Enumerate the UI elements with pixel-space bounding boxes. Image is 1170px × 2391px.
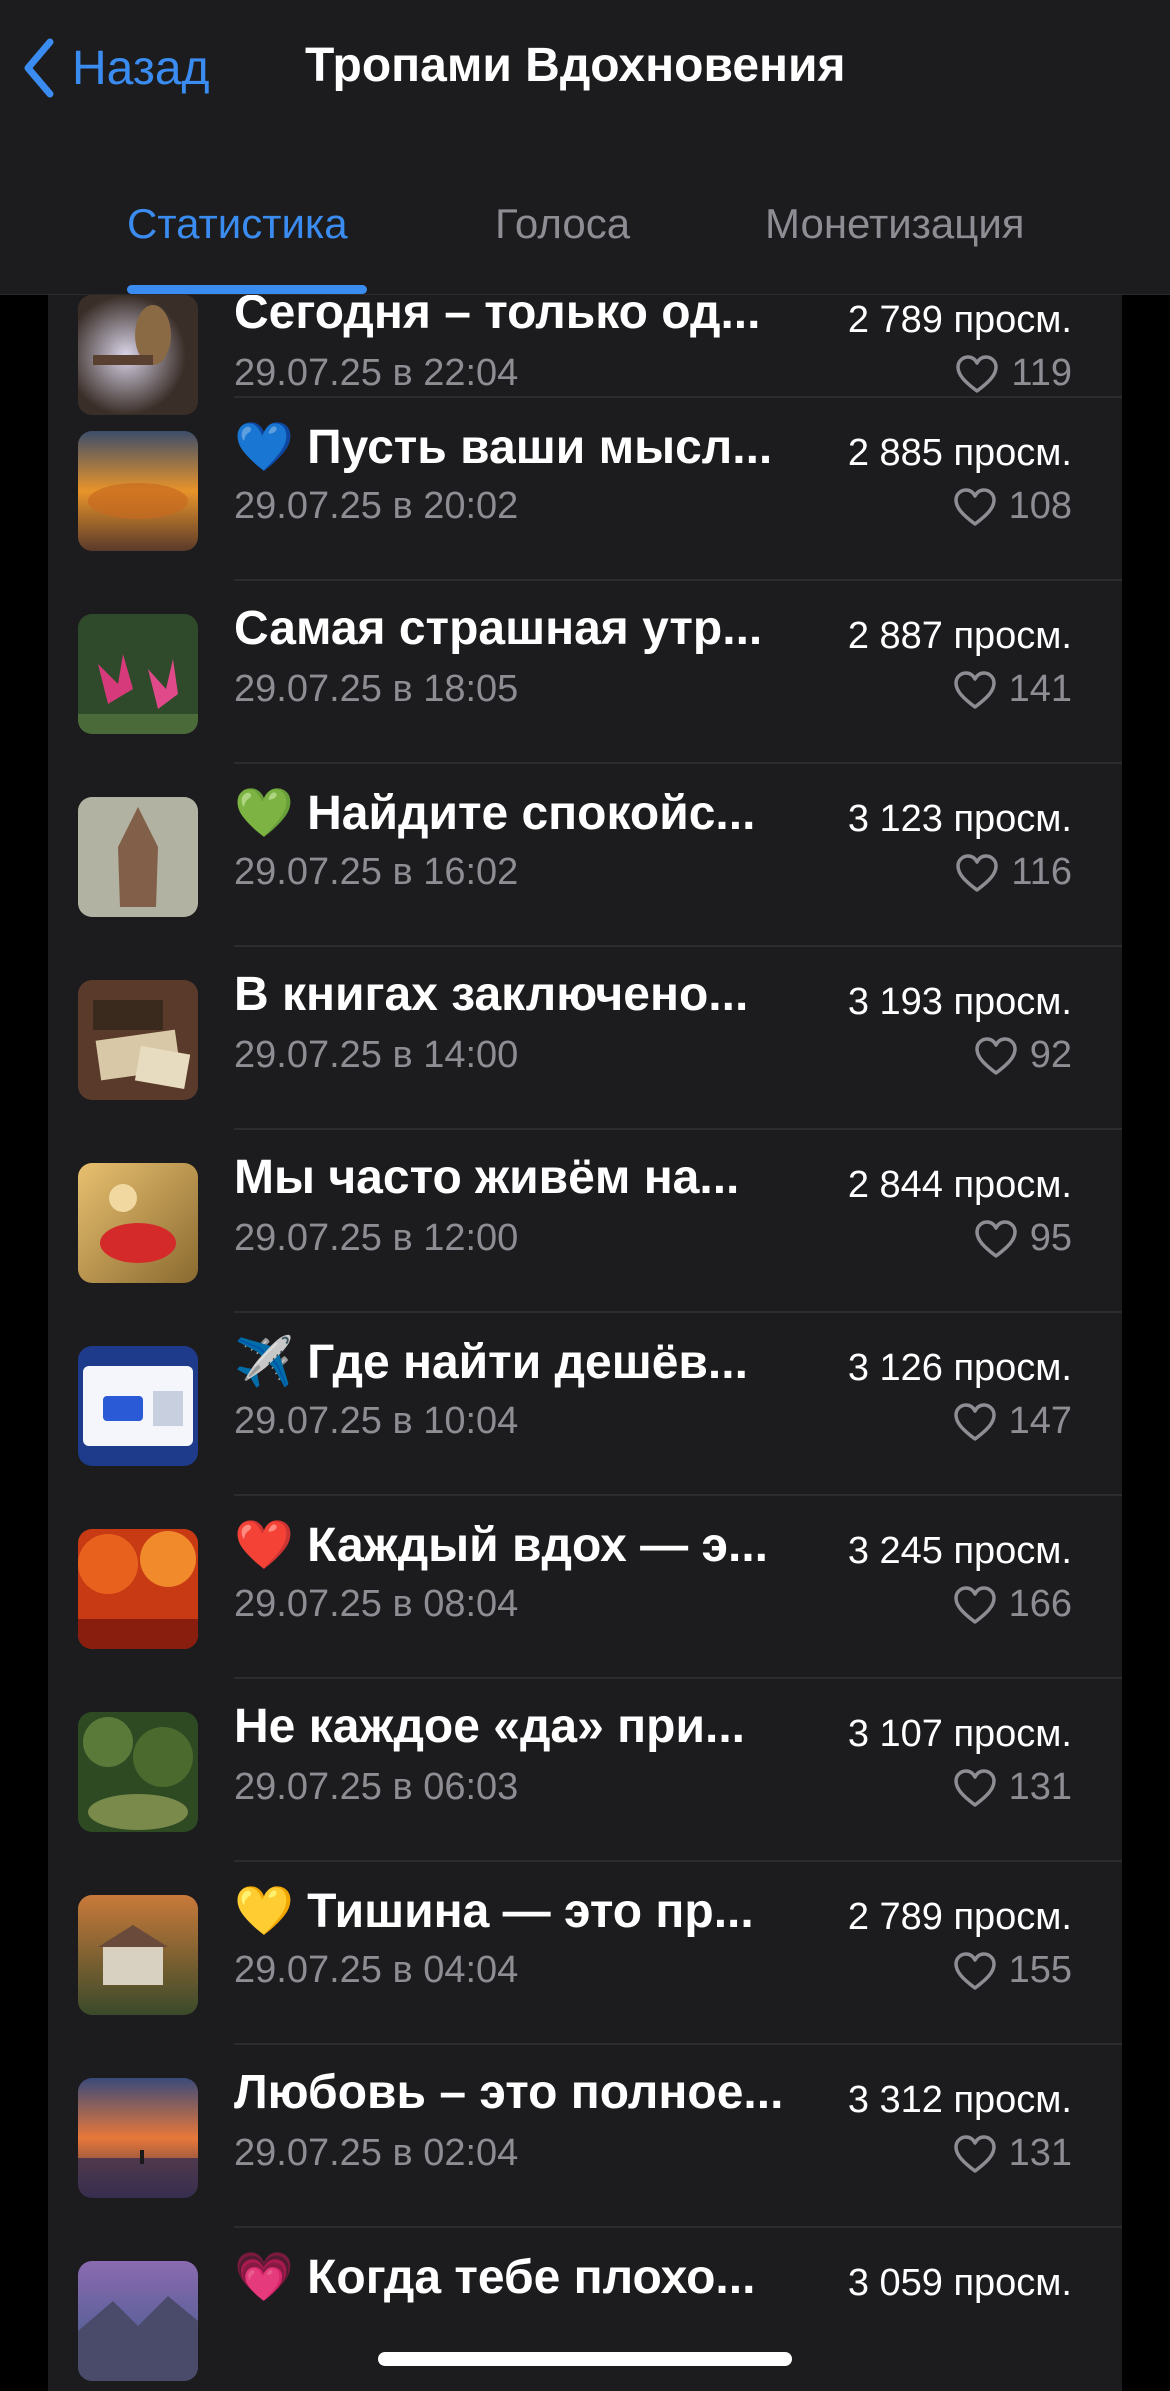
heart-icon: [953, 1951, 996, 1990]
post-views: 2 789 просм.: [847, 299, 1072, 341]
list-item[interactable]: 💙 Пусть ваши мысл... 29.07.25 в 20:02 2 …: [48, 398, 1122, 581]
post-date: 29.07.25 в 08:04: [234, 1583, 519, 1625]
heart-icon: [974, 1036, 1017, 1075]
back-label: Назад: [72, 41, 210, 95]
post-title: 💚 Найдите спокойс...: [234, 787, 756, 840]
post-likes: 155: [953, 1949, 1072, 1992]
post-date: 29.07.25 в 02:04: [234, 2132, 519, 2174]
tab-statistics[interactable]: Статистика: [127, 200, 348, 248]
tab-votes[interactable]: Голоса: [495, 200, 630, 248]
chevron-left-icon: [24, 38, 54, 98]
post-thumbnail: [78, 1346, 198, 1466]
post-title: ✈️ Где найти дешёв...: [234, 1336, 748, 1389]
post-views: 2 887 просм.: [847, 615, 1072, 657]
post-likes: 131: [953, 1766, 1072, 1809]
list-item[interactable]: Сегодня – только од... 29.07.25 в 22:04 …: [48, 295, 1122, 415]
post-title: 💗 Когда тебе плохо...: [234, 2251, 756, 2304]
post-date: 29.07.25 в 04:04: [234, 1949, 519, 1991]
post-views: 3 126 просм.: [847, 1347, 1072, 1389]
post-likes: 141: [953, 668, 1072, 711]
heart-icon: [953, 1585, 996, 1624]
post-list[interactable]: Сегодня – только од... 29.07.25 в 22:04 …: [48, 295, 1122, 2391]
post-views: 3 193 просм.: [847, 981, 1072, 1023]
tab-bar: Статистика Голоса Монетизация: [0, 190, 1170, 260]
post-thumbnail: [78, 980, 198, 1100]
post-thumbnail: [78, 295, 198, 415]
post-thumbnail: [78, 797, 198, 917]
post-thumbnail: [78, 2261, 198, 2381]
post-date: 29.07.25 в 22:04: [234, 352, 519, 394]
post-views: 2 844 просм.: [847, 1164, 1072, 1206]
post-likes: 116: [955, 851, 1072, 894]
post-title: 💙 Пусть ваши мысл...: [234, 421, 773, 474]
post-title: Сегодня – только од...: [234, 295, 761, 339]
list-item[interactable]: ❤️ Каждый вдох — э... 29.07.25 в 08:04 3…: [48, 1496, 1122, 1679]
post-title: Не каждое «да» при...: [234, 1700, 745, 1753]
heart-icon: [953, 1768, 996, 1807]
post-thumbnail: [78, 1712, 198, 1832]
post-thumbnail: [78, 614, 198, 734]
post-likes: 108: [953, 485, 1072, 528]
post-views: 3 245 просм.: [847, 1530, 1072, 1572]
post-views: 3 059 просм.: [847, 2262, 1072, 2304]
heart-icon: [953, 487, 996, 526]
heart-icon: [953, 1402, 996, 1441]
post-title: В книгах заключено...: [234, 968, 749, 1021]
list-item[interactable]: В книгах заключено... 29.07.25 в 14:00 3…: [48, 947, 1122, 1130]
post-date: 29.07.25 в 12:00: [234, 1217, 519, 1259]
post-title: Самая страшная утр...: [234, 602, 763, 655]
post-date: 29.07.25 в 10:04: [234, 1400, 519, 1442]
list-item[interactable]: Не каждое «да» при... 29.07.25 в 06:03 3…: [48, 1679, 1122, 1862]
post-likes: 147: [953, 1400, 1072, 1443]
post-title: 💛 Тишина — это пр...: [234, 1885, 754, 1938]
heart-icon: [953, 2134, 996, 2173]
post-date: 29.07.25 в 06:03: [234, 1766, 519, 1808]
post-views: 3 312 просм.: [847, 2079, 1072, 2121]
heart-icon: [974, 1219, 1017, 1258]
top-bar: Назад Тропами Вдохновения Статистика Гол…: [0, 0, 1170, 295]
back-button[interactable]: Назад: [22, 30, 210, 106]
list-item[interactable]: Самая страшная утр... 29.07.25 в 18:05 2…: [48, 581, 1122, 764]
post-likes: 92: [974, 1034, 1072, 1077]
heart-icon: [953, 670, 996, 709]
list-item[interactable]: 💛 Тишина — это пр... 29.07.25 в 04:04 2 …: [48, 1862, 1122, 2045]
post-likes: 166: [953, 1583, 1072, 1626]
post-views: 2 885 просм.: [847, 432, 1072, 474]
heart-icon: [956, 853, 999, 892]
post-date: 29.07.25 в 18:05: [234, 668, 519, 710]
post-thumbnail: [78, 2078, 198, 2198]
post-title: Любовь – это полное...: [234, 2066, 784, 2119]
channel-title: Тропами Вдохновения: [305, 39, 846, 92]
post-date: 29.07.25 в 14:00: [234, 1034, 519, 1076]
list-item[interactable]: 💗 Когда тебе плохо... 3 059 просм.: [48, 2228, 1122, 2391]
list-item[interactable]: Любовь – это полное... 29.07.25 в 02:04 …: [48, 2045, 1122, 2228]
post-views: 3 123 просм.: [847, 798, 1072, 840]
active-tab-indicator: [127, 285, 367, 294]
post-views: 2 789 просм.: [847, 1896, 1072, 1938]
post-likes: 95: [974, 1217, 1072, 1260]
home-indicator[interactable]: [378, 2352, 792, 2366]
post-views: 3 107 просм.: [847, 1713, 1072, 1755]
list-item[interactable]: ✈️ Где найти дешёв... 29.07.25 в 10:04 3…: [48, 1313, 1122, 1496]
post-likes: 119: [955, 352, 1072, 395]
tab-monetization[interactable]: Монетизация: [765, 200, 1025, 248]
post-date: 29.07.25 в 20:02: [234, 485, 519, 527]
post-title: Мы часто живём на...: [234, 1151, 740, 1204]
post-thumbnail: [78, 1163, 198, 1283]
post-thumbnail: [78, 1529, 198, 1649]
list-item[interactable]: Мы часто живём на... 29.07.25 в 12:00 2 …: [48, 1130, 1122, 1313]
post-likes: 131: [953, 2132, 1072, 2175]
post-title: ❤️ Каждый вдох — э...: [234, 1519, 768, 1572]
post-thumbnail: [78, 431, 198, 551]
post-thumbnail: [78, 1895, 198, 2015]
list-item[interactable]: 💚 Найдите спокойс... 29.07.25 в 16:02 3 …: [48, 764, 1122, 947]
post-date: 29.07.25 в 16:02: [234, 851, 519, 893]
heart-icon: [956, 354, 999, 393]
